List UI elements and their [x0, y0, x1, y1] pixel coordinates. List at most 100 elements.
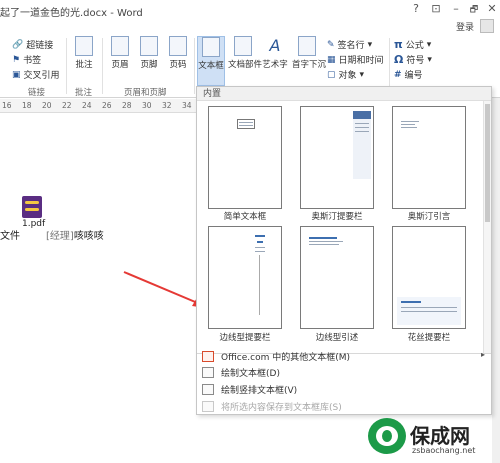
template-line — [401, 307, 457, 308]
signature-line-button[interactable]: ✎ 签名行 ▾ — [327, 38, 373, 52]
horizontal-ruler[interactable]: 16 18 20 22 24 26 28 30 32 34 — [0, 99, 196, 113]
textbox-template-filigree-sidebar[interactable] — [392, 226, 466, 329]
template-box — [237, 119, 255, 129]
textbox-template-simple[interactable] — [208, 106, 282, 209]
quick-parts-label: 文档部件 — [228, 60, 263, 70]
template-line — [401, 121, 419, 122]
comment-label: 批注 — [75, 60, 93, 70]
footer-button[interactable]: 页脚 — [136, 36, 162, 70]
page-number-icon — [169, 36, 187, 56]
group-divider — [194, 38, 195, 94]
template-line — [239, 125, 253, 126]
draw-vertical-textbox-menu-item[interactable]: 绘制竖排文本框(V) — [197, 381, 491, 397]
ruler-tick: 34 — [182, 101, 192, 110]
quick-parts-icon — [234, 36, 252, 56]
cross-reference-button[interactable]: ▣ 交叉引用 — [12, 68, 60, 82]
template-label: 奥斯汀引言 — [407, 212, 451, 222]
avatar[interactable] — [480, 19, 494, 33]
template-label: 边线型提要栏 — [219, 333, 271, 343]
hyperlink-button[interactable]: 🔗 超链接 — [12, 38, 54, 52]
calendar-icon: ▦ — [327, 54, 336, 65]
document-text-line: [经理]咳咳咳 — [46, 227, 104, 242]
page-number-button[interactable]: 页码 — [165, 36, 191, 70]
textbox-label: 文本框 — [198, 61, 224, 71]
pdf-file-icon[interactable] — [22, 196, 42, 218]
login-link[interactable]: 登录 — [456, 20, 474, 33]
textbox-template-austin-sidebar[interactable] — [300, 106, 374, 209]
close-button[interactable]: ✕ — [484, 2, 500, 15]
textbox-template-austin-quote[interactable] — [392, 106, 466, 209]
wordart-icon: A — [269, 36, 281, 55]
ruler-tick: 16 — [2, 101, 12, 110]
draw-textbox-icon — [202, 366, 214, 378]
template-box — [353, 111, 371, 119]
number-icon: # — [394, 69, 402, 80]
gallery-scrollbar[interactable] — [483, 101, 491, 353]
number-button[interactable]: # 编号 — [394, 68, 423, 82]
submenu-arrow-icon: ▸ — [480, 350, 485, 359]
textbox-button[interactable]: 文本框 — [197, 36, 225, 86]
equation-label: 公式 — [405, 41, 424, 51]
template-line — [401, 124, 415, 125]
save-selection-icon — [202, 400, 214, 412]
page-number-label: 页码 — [169, 60, 187, 70]
ruler-tick: 22 — [62, 101, 72, 110]
links-group-label: 链接 — [28, 88, 46, 98]
header-footer-group-label: 页眉和页脚 — [124, 88, 167, 98]
template-box — [353, 119, 371, 179]
template-line — [309, 237, 337, 239]
hyperlink-label: 超链接 — [26, 41, 54, 51]
chevron-down-icon: ▾ — [359, 69, 365, 80]
group-divider — [66, 38, 67, 94]
scrollbar-thumb[interactable] — [485, 104, 490, 222]
template-line — [309, 244, 339, 245]
document-text-prefix: 文件 — [0, 231, 20, 242]
comments-group-label: 批注 — [75, 88, 93, 98]
more-textboxes-menu-item[interactable]: Office.com 中的其他文本框(M) ▸ — [197, 348, 491, 364]
quick-parts-button[interactable]: 文档部件 — [228, 36, 263, 70]
header-button[interactable]: 页眉 — [107, 36, 133, 70]
vertical-textbox-icon — [202, 383, 214, 395]
dropcap-button[interactable]: 首字下沉 — [292, 36, 327, 70]
bookmark-button[interactable]: ⚑ 书签 — [12, 53, 41, 67]
draw-textbox-menu-item[interactable]: 绘制文本框(D) — [197, 364, 491, 380]
chevron-down-icon: ▾ — [367, 39, 373, 50]
wordart-label: 艺术字 — [262, 60, 288, 70]
footer-icon — [140, 36, 158, 56]
template-label: 奥斯汀提要栏 — [311, 212, 363, 222]
object-button[interactable]: ▢ 对象 ▾ — [327, 68, 365, 82]
textbox-template-sideline-quote[interactable] — [300, 226, 374, 329]
watermark-url: zsbaochang.net — [412, 446, 476, 455]
datetime-label: 日期和时间 — [338, 56, 384, 66]
hyperlink-icon: 🔗 — [12, 39, 24, 50]
template-label: 花丝提要栏 — [407, 333, 451, 343]
textbox-gallery-dropdown: 内置 简单文本框 奥斯汀提要栏 奥斯汀引言 边线型提要栏 边线型引述 花丝提要栏… — [196, 86, 492, 415]
save-selection-label: 将所选内容保存到文本框库(S) — [221, 402, 342, 413]
chevron-down-icon: ▾ — [427, 54, 432, 65]
help-button[interactable]: ? — [408, 2, 424, 15]
wordart-button[interactable]: A 艺术字 — [261, 36, 289, 70]
equation-button[interactable]: π 公式 ▾ — [394, 38, 431, 51]
template-line — [355, 123, 369, 124]
cross-reference-icon: ▣ — [12, 69, 21, 80]
template-line — [259, 255, 260, 315]
comment-button[interactable]: 批注 — [71, 36, 97, 70]
object-label: 对象 — [338, 71, 357, 81]
ribbon-display-options-button[interactable]: ⊡ — [428, 2, 444, 15]
datetime-button[interactable]: ▦ 日期和时间 — [327, 53, 384, 67]
dropcap-label: 首字下沉 — [292, 60, 327, 70]
number-label: 编号 — [404, 71, 423, 81]
more-textboxes-label: Office.com 中的其他文本框(M) — [221, 352, 351, 363]
template-line — [401, 311, 457, 312]
template-line — [255, 247, 265, 248]
document-text-bracket: [经理] — [46, 231, 74, 242]
draw-textbox-label: 绘制文本框(D) — [221, 368, 280, 379]
symbol-button[interactable]: Ω 符号 ▾ — [394, 53, 432, 66]
title-bar: 起了一道金色的光.docx - Word ? ⊡ – 🗗 ✕ — [0, 0, 500, 20]
draw-vertical-textbox-label: 绘制竖排文本框(V) — [221, 385, 298, 396]
minimize-button[interactable]: – — [448, 2, 464, 15]
restore-button[interactable]: 🗗 — [466, 2, 482, 18]
office-com-icon — [202, 350, 214, 362]
textbox-template-sideline-sidebar[interactable] — [208, 226, 282, 329]
bookmark-icon: ⚑ — [12, 54, 21, 65]
